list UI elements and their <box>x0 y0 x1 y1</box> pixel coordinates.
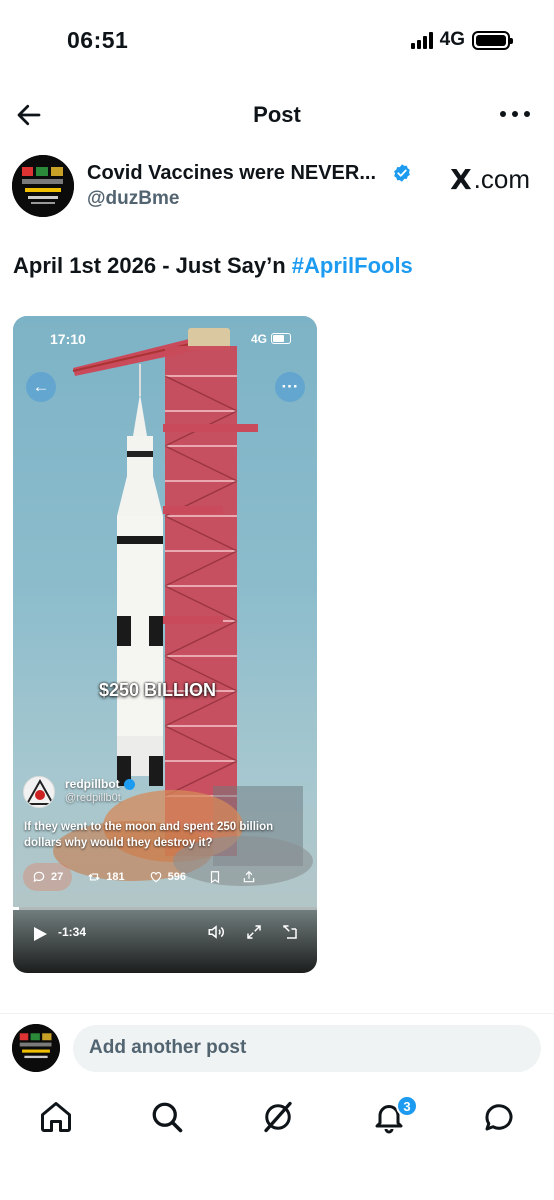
x-logo: X <box>450 163 472 196</box>
page-title: Post <box>253 102 301 127</box>
more-options-icon[interactable] <box>500 102 530 126</box>
embedded-like-count: 596 <box>140 863 195 891</box>
bottom-tab-bar: 3 <box>0 1085 554 1155</box>
reply-composer: Add another post <box>0 1013 554 1083</box>
current-user-avatar[interactable] <box>12 1024 60 1072</box>
video-controls: -1:34 <box>13 907 317 973</box>
embedded-video[interactable]: 17:10 4G ← ··· $250 BILLION redpillbot @… <box>13 316 317 973</box>
embedded-more-icon: ··· <box>275 372 305 402</box>
signal-icon <box>410 31 433 49</box>
embedded-network-label: 4G <box>250 332 267 346</box>
embedded-author: redpillbot @redpillb0t <box>23 776 303 816</box>
embedded-repost-count: 181 <box>78 863 133 891</box>
grok-icon[interactable] <box>260 1099 296 1135</box>
network-label: 4G <box>439 29 465 50</box>
hashtag-link[interactable]: #AprilFools <box>292 253 413 278</box>
home-icon[interactable] <box>38 1099 74 1135</box>
heart-icon <box>150 872 161 883</box>
repost-count: 181 <box>106 871 125 883</box>
add-post-input[interactable]: Add another post <box>73 1025 541 1072</box>
video-progress-bar[interactable] <box>13 907 317 910</box>
fullscreen-icon[interactable] <box>245 923 263 941</box>
author-avatar[interactable] <box>12 155 74 217</box>
post-body: April 1st 2026 - Just Say’n <box>13 253 292 278</box>
reply-count: 27 <box>51 871 64 883</box>
post-header: Post <box>0 90 554 140</box>
x-com-watermark: X .com <box>450 163 530 196</box>
repost-icon <box>88 873 100 881</box>
play-icon[interactable] <box>33 927 47 941</box>
source-domain: .com <box>473 164 530 194</box>
embedded-author-name: redpillbot <box>65 777 120 791</box>
embedded-battery-icon <box>271 333 291 344</box>
author-name[interactable]: Covid Vaccines were NEVER... <box>87 162 376 185</box>
bookmark-icon <box>201 863 229 891</box>
author-handle[interactable]: @duzBme <box>87 188 179 210</box>
messages-icon[interactable] <box>481 1099 517 1135</box>
embedded-avatar <box>23 776 55 808</box>
video-overlay-caption: $250 BILLION <box>99 680 217 700</box>
embedded-status-time: 17:10 <box>50 331 86 347</box>
share-icon <box>235 863 263 891</box>
status-bar: 06:51 4G <box>0 0 554 84</box>
video-time-remaining: -1:34 <box>58 925 87 939</box>
embedded-author-handle: @redpillb0t <box>65 792 121 804</box>
embedded-reply-count: 27 <box>23 863 73 891</box>
embedded-status-bar: 17:10 4G <box>13 330 317 350</box>
embedded-post-text: If they went to the moon and spent 250 b… <box>24 821 274 849</box>
embedded-actions: 27 181 596 <box>23 863 311 893</box>
embedded-verified-icon <box>124 779 135 790</box>
volume-icon[interactable] <box>207 923 225 941</box>
verified-badge-icon <box>394 164 410 182</box>
battery-icon <box>472 30 513 50</box>
notifications-badge: 3 <box>396 1095 418 1117</box>
like-count: 596 <box>167 871 186 883</box>
reply-icon <box>33 871 45 883</box>
embedded-back-arrow-icon: ← <box>26 372 56 402</box>
status-indicators: 4G <box>410 29 513 51</box>
search-icon[interactable] <box>149 1099 185 1135</box>
post-text: April 1st 2026 - Just Say’n #AprilFools <box>13 253 413 279</box>
status-time: 06:51 <box>67 27 129 53</box>
pip-icon[interactable] <box>281 923 299 941</box>
post-author: Covid Vaccines were NEVER... @duzBme X .… <box>12 155 542 219</box>
